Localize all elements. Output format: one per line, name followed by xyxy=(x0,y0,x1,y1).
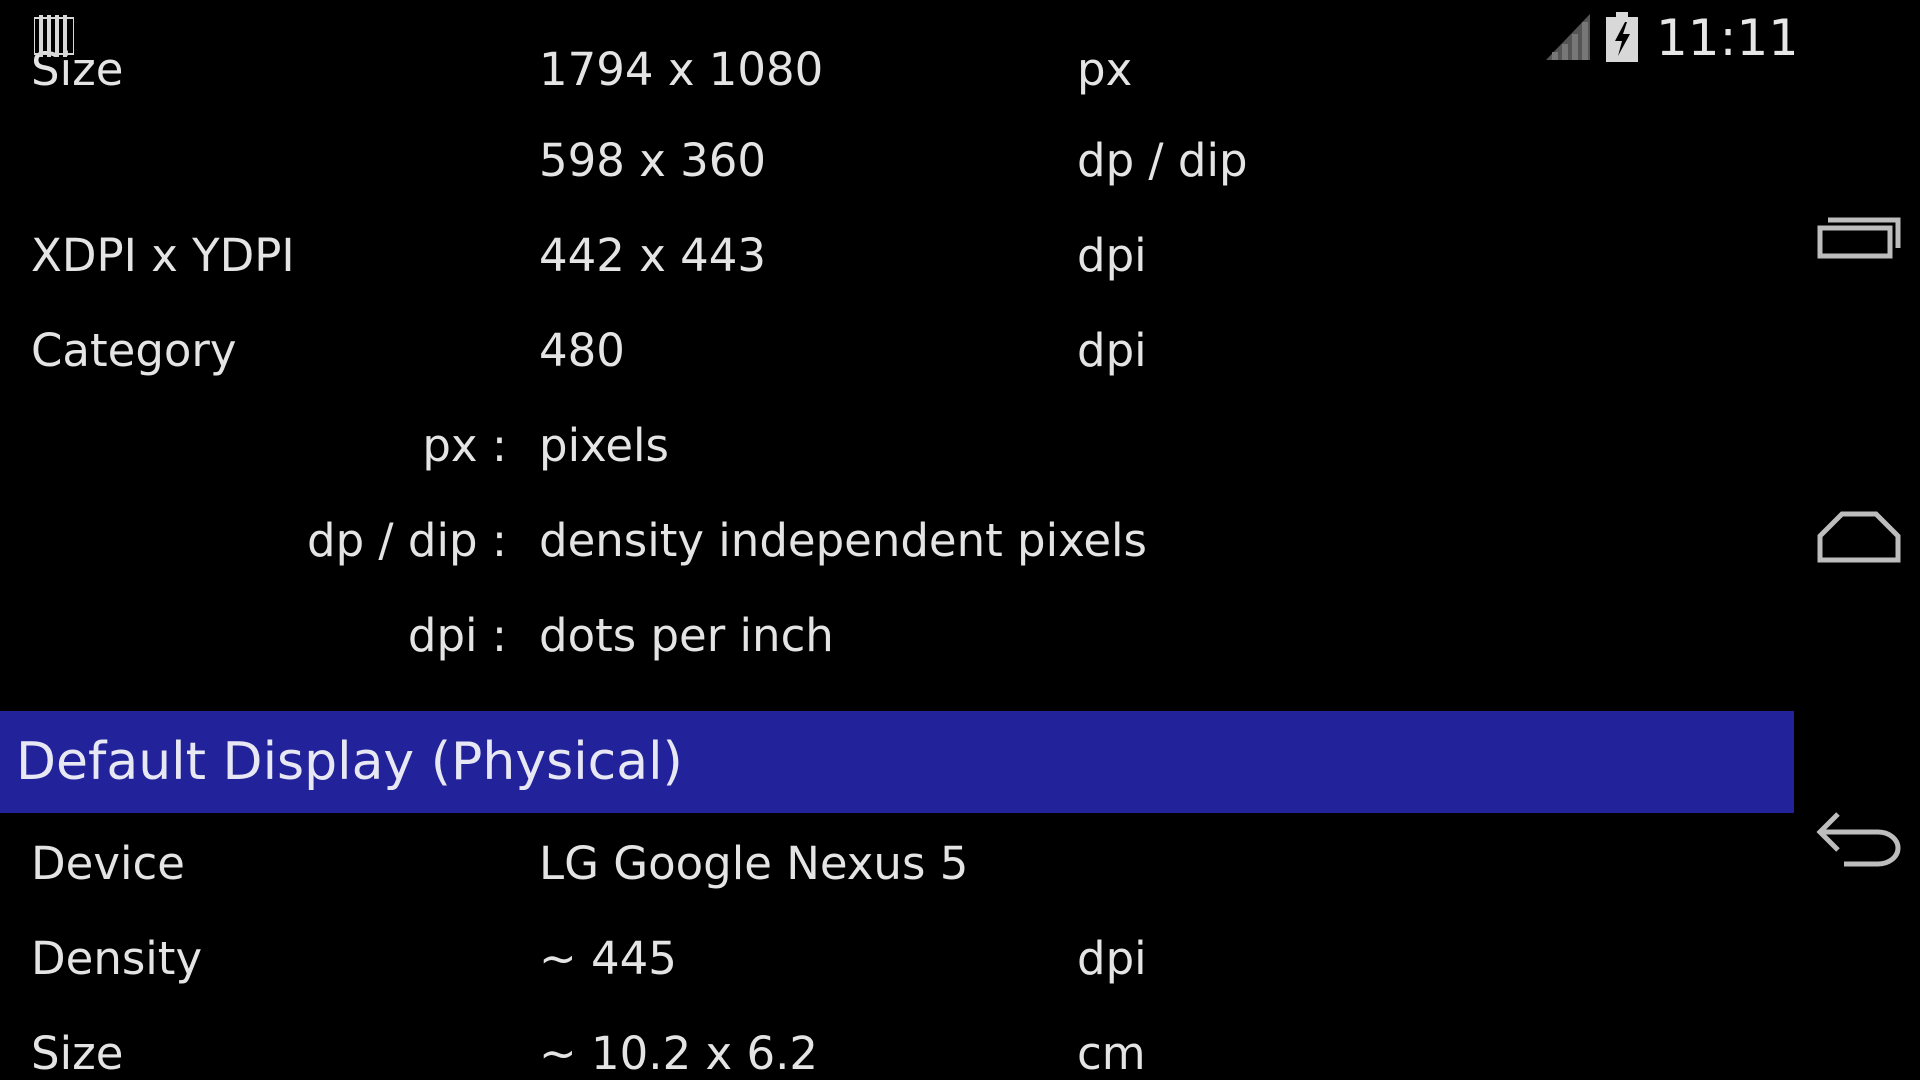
legend-key: px : xyxy=(422,419,507,472)
home-button[interactable] xyxy=(1794,448,1920,628)
row-value: LG Google Nexus 5 xyxy=(539,837,969,890)
row-unit: dpi xyxy=(1077,932,1147,985)
legend-row-dp: dp / dip : density independent pixels xyxy=(0,493,1794,588)
section-title: Default Display (Physical) xyxy=(16,732,683,792)
status-bar[interactable]: 11:11 xyxy=(0,0,1800,76)
screen: Size 1794 x 1080 px 598 x 360 dp / dip X… xyxy=(0,0,1920,1080)
home-icon xyxy=(1817,511,1901,563)
row-unit: dp / dip xyxy=(1077,134,1248,187)
info-row-density: Density ~ 445 dpi xyxy=(0,911,1794,1006)
legend-row-dpi: dpi : dots per inch xyxy=(0,588,1794,683)
cell-signal-icon xyxy=(1546,14,1590,60)
legend-description: dots per inch xyxy=(539,609,834,662)
row-value: 598 x 360 xyxy=(539,134,767,187)
row-value: 480 xyxy=(539,324,625,377)
row-label: XDPI x YDPI xyxy=(31,229,295,282)
legend-row-px: px : pixels xyxy=(0,398,1794,493)
section-header-physical: Default Display (Physical) xyxy=(0,711,1794,813)
info-row-xdpi-ydpi: XDPI x YDPI 442 x 443 dpi xyxy=(0,208,1794,303)
navigation-bar xyxy=(1794,0,1920,1080)
barcode-notification-icon[interactable] xyxy=(33,15,75,57)
row-label: Device xyxy=(31,837,185,890)
row-label: Density xyxy=(31,932,203,985)
row-value: ~ 445 xyxy=(539,932,677,985)
recent-apps-icon xyxy=(1817,217,1901,259)
row-label: Size xyxy=(31,1027,124,1080)
recent-apps-button[interactable] xyxy=(1794,148,1920,328)
back-button[interactable] xyxy=(1794,748,1920,928)
row-value: 442 x 443 xyxy=(539,229,767,282)
back-icon xyxy=(1816,812,1901,867)
legend-key: dpi : xyxy=(407,609,507,662)
row-unit: cm xyxy=(1077,1027,1146,1080)
display-info-list[interactable]: Size 1794 x 1080 px 598 x 360 dp / dip X… xyxy=(0,0,1794,1080)
legend-description: density independent pixels xyxy=(539,514,1148,567)
clock: 11:11 xyxy=(1656,9,1801,67)
info-row-size-dp: 598 x 360 dp / dip xyxy=(0,113,1794,208)
row-unit: dpi xyxy=(1077,324,1147,377)
battery-charging-icon xyxy=(1606,12,1638,62)
info-row-category: Category 480 dpi xyxy=(0,303,1794,398)
info-row-device: Device LG Google Nexus 5 xyxy=(0,816,1794,911)
legend-key: dp / dip : xyxy=(307,514,507,567)
row-label: Category xyxy=(31,324,237,377)
row-unit: dpi xyxy=(1077,229,1147,282)
legend-description: pixels xyxy=(539,419,669,472)
info-row-physical-size: Size ~ 10.2 x 6.2 cm xyxy=(0,1006,1794,1080)
row-value: ~ 10.2 x 6.2 xyxy=(539,1027,819,1080)
